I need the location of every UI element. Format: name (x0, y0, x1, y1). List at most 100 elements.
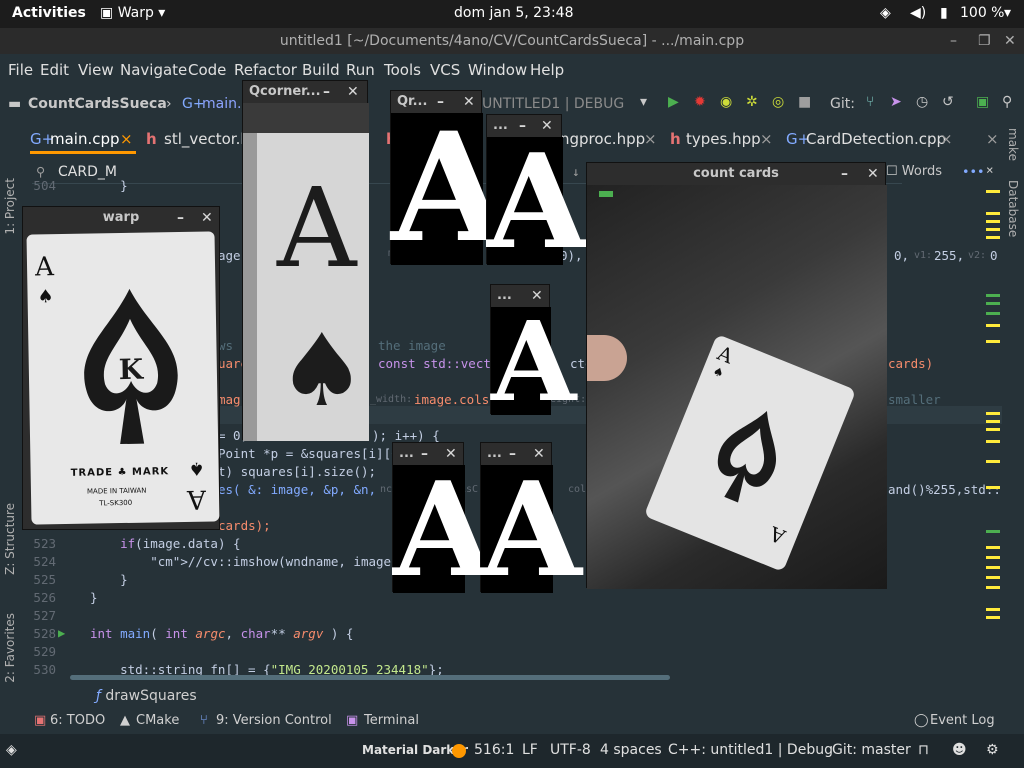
system-menu-chevron-icon[interactable]: ▾ (1004, 5, 1011, 21)
run-icon[interactable]: ▶ (668, 94, 679, 110)
git-branch-status[interactable]: Git: master (832, 742, 911, 758)
tab-close-icon[interactable]: × (760, 130, 773, 148)
rank-window-a[interactable]: ... – ✕ A (486, 114, 588, 267)
error-stripe-mark[interactable] (986, 576, 1000, 579)
error-stripe-mark[interactable] (986, 586, 1000, 589)
line-separator[interactable]: LF (522, 742, 538, 758)
rank-window-d[interactable]: ... – ✕ A (480, 442, 582, 595)
indent-setting[interactable]: 4 spaces (600, 742, 662, 758)
error-stripe[interactable] (986, 190, 1000, 630)
breadcrumb-file[interactable]: main. (202, 96, 241, 112)
tab-close-icon[interactable]: × (940, 130, 953, 148)
error-stripe-mark[interactable] (986, 324, 1000, 327)
menu-edit[interactable]: Edit (40, 61, 69, 79)
menu-code[interactable]: Code (188, 61, 226, 79)
favorites-tool-tab[interactable]: 2: Favorites (3, 613, 17, 683)
error-stripe-mark[interactable] (986, 412, 1000, 415)
error-stripe-mark[interactable] (986, 236, 1000, 239)
menu-run[interactable]: Run (346, 61, 375, 79)
error-stripe-mark[interactable] (986, 616, 1000, 619)
minimize-icon[interactable]: – (323, 81, 330, 103)
coverage-icon[interactable]: ✲ (746, 94, 758, 110)
database-tool-tab[interactable]: Database (1006, 180, 1020, 237)
menu-file[interactable]: File (8, 61, 33, 79)
qcorner-window-title[interactable]: Qcorner... – ✕ (243, 81, 367, 103)
clock[interactable]: dom jan 5, 23:48 (454, 5, 574, 21)
error-stripe-mark[interactable] (986, 212, 1000, 215)
error-stripe-mark[interactable] (986, 440, 1000, 443)
vcs-tab[interactable]: 9: Version Control (216, 713, 332, 728)
more-options-icon[interactable]: ••• (962, 164, 985, 179)
error-stripe-mark[interactable] (986, 608, 1000, 611)
git-rollback-icon[interactable]: ↺ (942, 94, 954, 110)
menu-vcs[interactable]: VCS (430, 61, 460, 79)
close-icon[interactable]: ✕ (867, 163, 879, 185)
make-tool-tab[interactable]: make (1006, 128, 1020, 161)
git-history-icon[interactable]: ◷ (916, 94, 928, 110)
error-stripe-mark[interactable] (986, 190, 1000, 193)
caret-position[interactable]: 516:1 (474, 742, 514, 758)
event-log-tab[interactable]: Event Log (930, 713, 995, 728)
minimize-icon[interactable]: – (950, 28, 957, 54)
layers-icon[interactable]: ◈ (6, 742, 17, 758)
tab-card-detection[interactable]: CardDetection.cpp (806, 130, 946, 148)
git-branch-icon[interactable]: ⑂ (866, 94, 874, 110)
close-icon[interactable]: ✕ (1004, 28, 1016, 54)
close-icon[interactable]: ✕ (201, 207, 213, 229)
error-stripe-mark[interactable] (986, 428, 1000, 431)
stop-icon[interactable]: ■ (798, 94, 811, 110)
debug-icon[interactable]: ✹ (694, 94, 706, 110)
app-menu-warp[interactable]: ▣ Warp ▾ (100, 5, 165, 21)
close-all-tabs-icon[interactable]: × (986, 130, 999, 148)
profile-icon[interactable]: ◎ (772, 94, 784, 110)
menu-window[interactable]: Window (468, 61, 527, 79)
error-stripe-mark[interactable] (986, 302, 1000, 305)
menu-build[interactable]: Build (302, 61, 340, 79)
error-stripe-mark[interactable] (986, 556, 1000, 559)
project-tool-tab[interactable]: 1: Project (3, 178, 17, 235)
tab-close-icon[interactable]: × (644, 130, 657, 148)
close-icon[interactable]: ✕ (347, 81, 359, 103)
cmake-tab[interactable]: CMake (136, 713, 179, 728)
error-stripe-mark[interactable] (986, 340, 1000, 343)
minimize-icon[interactable]: – (841, 163, 848, 185)
inspector-icon[interactable]: ☻ (952, 742, 967, 758)
count-cards-window[interactable]: count cards – ✕ A ♠ A (586, 162, 887, 589)
tab-stl-vector[interactable]: stl_vector.h (164, 130, 250, 148)
words-checkbox[interactable]: ☐ Words (886, 164, 942, 179)
todo-tab[interactable]: 6: TODO (50, 713, 105, 728)
rank-window-b[interactable]: ... ✕ A (490, 284, 576, 417)
error-stripe-mark[interactable] (986, 420, 1000, 423)
tab-close-icon[interactable]: × (120, 130, 133, 148)
horizontal-scrollbar[interactable] (70, 675, 670, 680)
menu-help[interactable]: Help (530, 61, 564, 79)
error-stripe-mark[interactable] (986, 486, 1000, 489)
terminal-tab[interactable]: Terminal (364, 713, 419, 728)
battery-icon[interactable]: ▮ (940, 5, 948, 21)
git-push-icon[interactable]: ➤ (890, 94, 902, 110)
activities-button[interactable]: Activities (12, 5, 86, 21)
error-stripe-mark[interactable] (986, 294, 1000, 297)
file-encoding[interactable]: UTF-8 (550, 742, 591, 758)
menu-tools[interactable]: Tools (384, 61, 421, 79)
run-gutter-icon[interactable]: ▶ (58, 626, 65, 640)
volume-icon[interactable]: ◀) (910, 5, 926, 21)
find-close-icon[interactable]: × (986, 162, 994, 177)
error-stripe-mark[interactable] (986, 566, 1000, 569)
count-cards-window-title[interactable]: count cards – ✕ (587, 163, 885, 185)
context-setting[interactable]: C++: untitled1 | Debug (668, 742, 833, 758)
terminal-icon[interactable]: ▣ (976, 94, 989, 110)
rank-window-c[interactable]: ... – ✕ A (392, 442, 494, 595)
warp-window-title[interactable]: warp – ✕ (23, 207, 219, 229)
error-stripe-mark[interactable] (986, 530, 1000, 533)
menu-view[interactable]: View (78, 61, 114, 79)
qcorner-window[interactable]: Qcorner... – ✕ A ♠ (242, 80, 369, 441)
lock-icon[interactable]: ⊓ (918, 742, 929, 758)
structure-tool-tab[interactable]: Z: Structure (3, 503, 17, 575)
run-config-chevron-icon[interactable]: ▾ (640, 94, 647, 110)
step-icon[interactable]: ◉ (720, 94, 732, 110)
error-stripe-mark[interactable] (986, 220, 1000, 223)
menu-navigate[interactable]: Navigate (120, 61, 187, 79)
error-stripe-mark[interactable] (986, 312, 1000, 315)
error-stripe-mark[interactable] (986, 460, 1000, 463)
